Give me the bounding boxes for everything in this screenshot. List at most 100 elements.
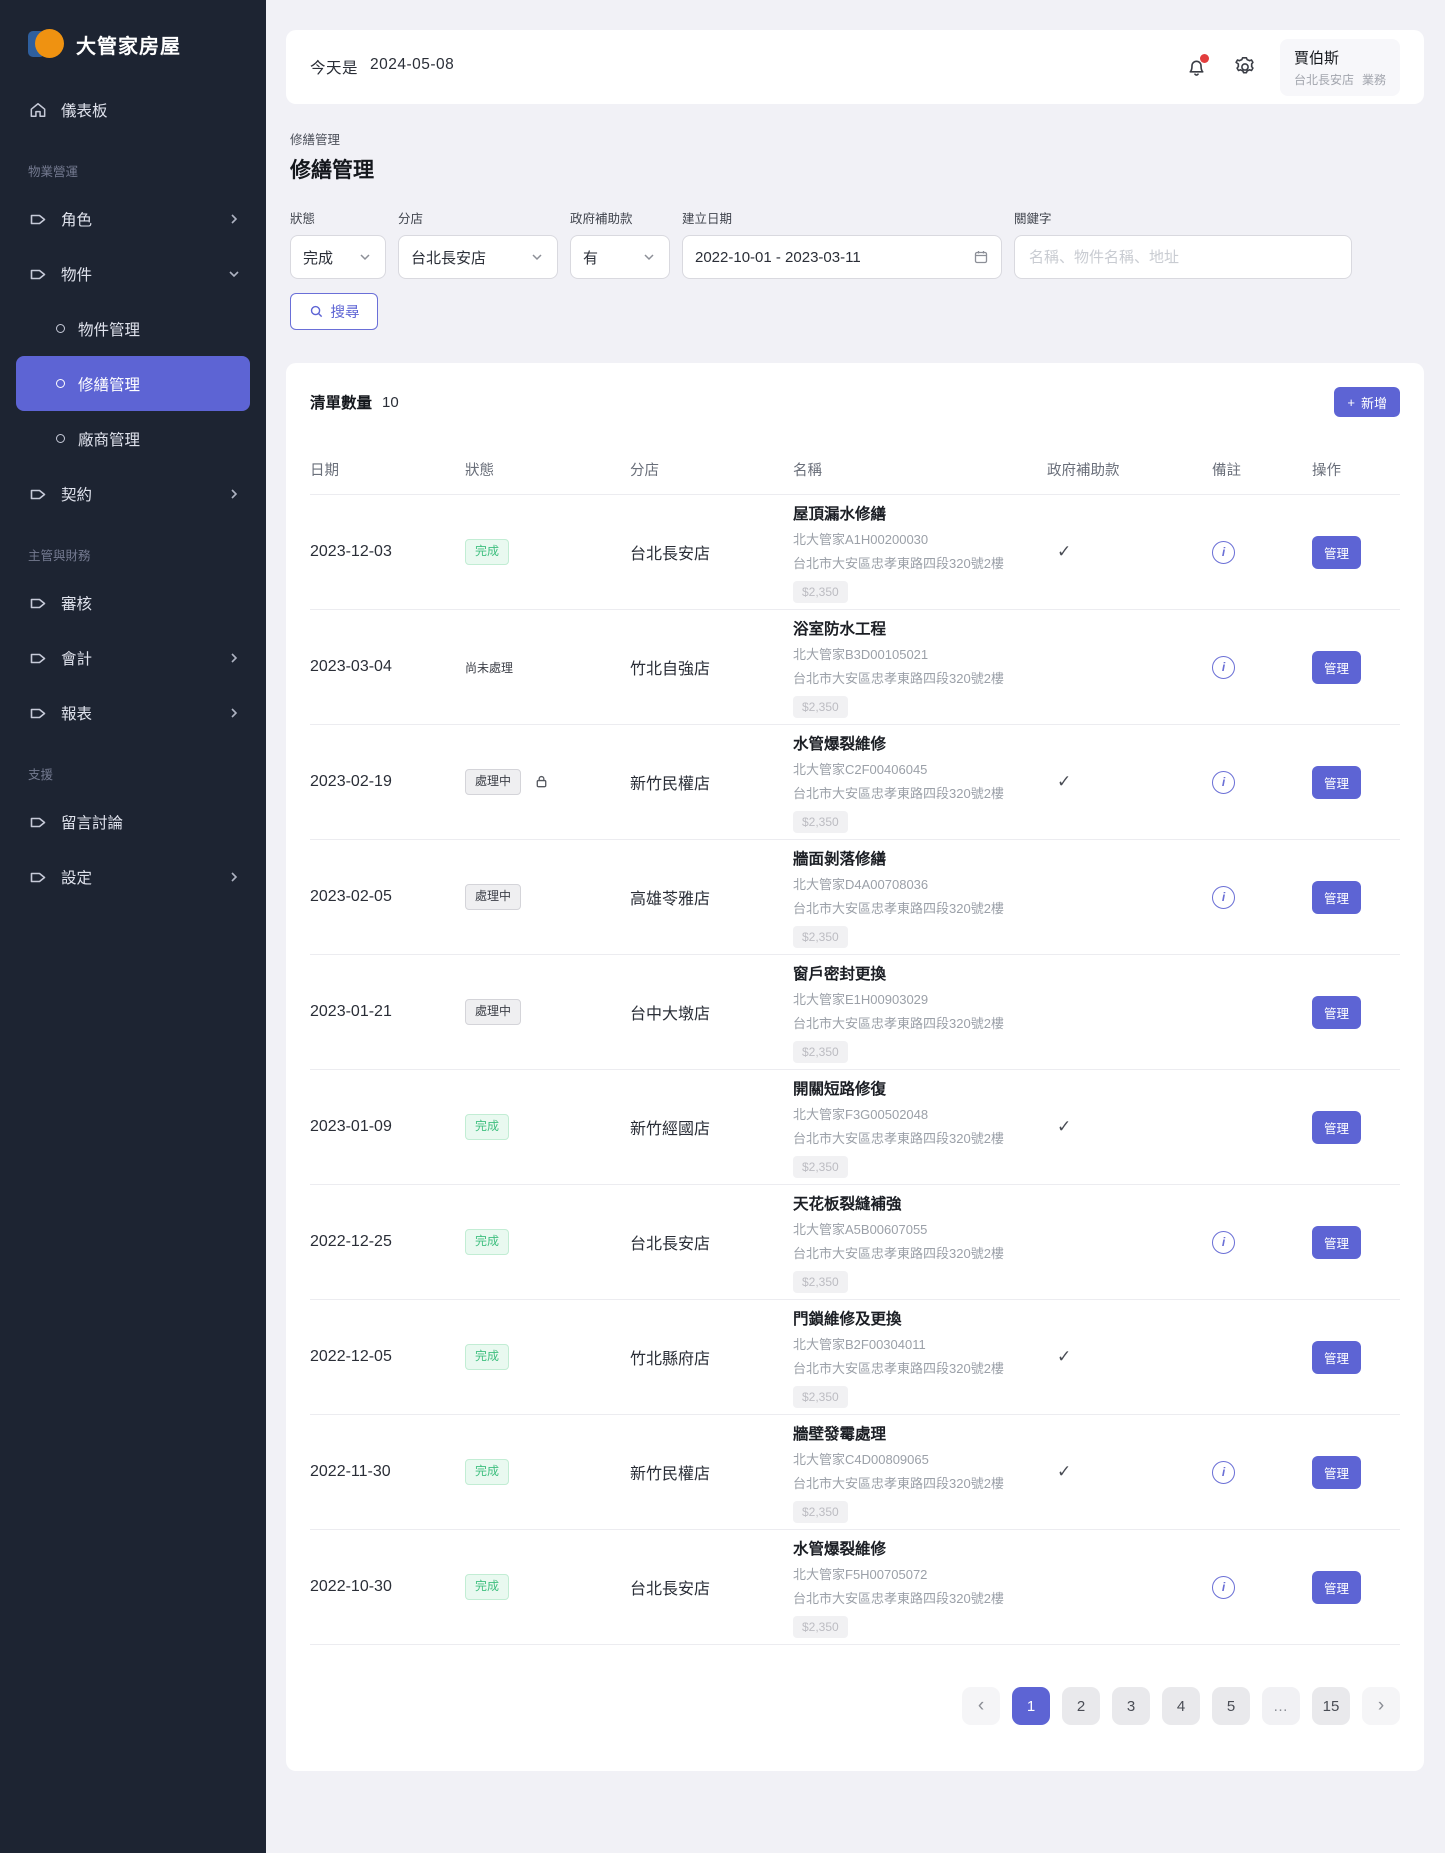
row-price-tag: $2,350 <box>793 925 848 948</box>
sidebar-item-property-mgmt[interactable]: 物件管理 <box>16 301 250 356</box>
manage-button[interactable]: 管理 <box>1312 1110 1362 1144</box>
manage-button[interactable]: 管理 <box>1312 765 1362 799</box>
sidebar-item-review[interactable]: 審核 <box>16 575 250 630</box>
check-icon: ✓ <box>1057 1462 1072 1481</box>
table-row: 2023-02-05 處理中 高雄苓雅店 牆面剝落修繕 北大管家D4A00708… <box>310 840 1400 955</box>
row-name: 牆面剝落修繕 <box>793 850 887 868</box>
row-date: 2023-12-03 <box>310 543 392 560</box>
keyword-input[interactable] <box>1014 235 1352 279</box>
add-button[interactable]: + 新增 <box>1334 387 1400 417</box>
row-price-tag: $2,350 <box>793 1155 848 1178</box>
pagination-page-5[interactable]: 5 <box>1212 1687 1250 1725</box>
user-menu[interactable]: 賈伯斯 台北長安店 業務 <box>1279 38 1400 96</box>
col-header-date: 日期 <box>310 463 339 479</box>
table-row: 2023-01-09 完成 新竹經國店 開關短路修復 北大管家F3G005020… <box>310 1070 1400 1185</box>
bullet-circle-icon <box>56 324 65 333</box>
row-name: 窗戶密封更換 <box>793 965 887 983</box>
status-badge: 完成 <box>465 1114 510 1140</box>
sidebar-item-label: 物件 <box>61 266 93 284</box>
notification-badge <box>1199 54 1209 63</box>
row-address: 台北市大安區忠孝東路四段320號2樓 <box>793 1360 1004 1376</box>
manage-button[interactable]: 管理 <box>1312 1455 1362 1489</box>
tag-icon <box>28 812 48 832</box>
info-icon[interactable]: i <box>1212 655 1235 679</box>
pagination-page-3[interactable]: 3 <box>1112 1687 1150 1725</box>
col-header-status: 狀態 <box>465 463 494 479</box>
status-badge: 完成 <box>465 1574 510 1600</box>
branch-select[interactable]: 台北長安店 <box>398 235 558 279</box>
pagination-page-4[interactable]: 4 <box>1162 1687 1200 1725</box>
sidebar-item-repair-mgmt[interactable]: 修繕管理 <box>16 356 250 411</box>
col-header-action: 操作 <box>1312 463 1341 479</box>
sidebar-item-reports[interactable]: 報表 <box>16 685 250 740</box>
page-title: 修繕管理 <box>290 159 374 182</box>
row-date: 2023-01-21 <box>310 1003 392 1020</box>
calendar-icon <box>973 249 989 265</box>
chevron-down-icon <box>357 249 373 265</box>
info-icon[interactable]: i <box>1212 885 1235 909</box>
manage-button[interactable]: 管理 <box>1312 535 1362 569</box>
row-price-tag: $2,350 <box>793 1040 848 1063</box>
sidebar-item-contracts[interactable]: 契約 <box>16 466 250 521</box>
user-name: 賈伯斯 <box>1293 49 1339 67</box>
pagination-page-1[interactable]: 1 <box>1012 1687 1050 1725</box>
status-filter-label: 狀態 <box>290 212 316 226</box>
status-select[interactable]: 完成 <box>290 235 386 279</box>
sidebar-item-label: 儀表板 <box>61 102 108 120</box>
manage-button[interactable]: 管理 <box>1312 880 1362 914</box>
row-name: 浴室防水工程 <box>793 620 887 638</box>
pagination-ellipsis[interactable]: … <box>1262 1687 1300 1725</box>
table-row: 2023-03-04 尚未處理 竹北自強店 浴室防水工程 北大管家B3D0010… <box>310 610 1400 725</box>
pagination-page-15[interactable]: 15 <box>1312 1687 1350 1725</box>
notification-bell-icon[interactable] <box>1184 54 1210 80</box>
info-icon[interactable]: i <box>1212 1575 1235 1599</box>
sidebar-item-dashboard[interactable]: 儀表板 <box>16 82 250 137</box>
sidebar-item-vendor-mgmt[interactable]: 廠商管理 <box>16 411 250 466</box>
chevron-right-icon <box>226 869 242 885</box>
manage-button[interactable]: 管理 <box>1312 650 1362 684</box>
row-name: 天花板裂縫補強 <box>793 1195 902 1213</box>
row-code: 北大管家B3D00105021 <box>793 646 929 662</box>
home-icon <box>28 100 48 120</box>
manage-button[interactable]: 管理 <box>1312 1225 1362 1259</box>
chevron-right-icon <box>226 486 242 502</box>
date-range-picker[interactable]: 2022-10-01 - 2023-03-11 <box>682 235 1002 279</box>
subsidy-select[interactable]: 有 <box>570 235 670 279</box>
manage-button[interactable]: 管理 <box>1312 1570 1362 1604</box>
row-address: 台北市大安區忠孝東路四段320號2樓 <box>793 1590 1004 1606</box>
sidebar-item-settings[interactable]: 設定 <box>16 849 250 904</box>
gear-icon[interactable] <box>1232 54 1258 80</box>
sidebar-item-properties[interactable]: 物件 <box>16 246 250 301</box>
status-badge: 處理中 <box>465 999 522 1025</box>
user-branch: 台北長安店 <box>1293 72 1354 87</box>
row-name: 門鎖維修及更換 <box>793 1310 902 1328</box>
manage-button[interactable]: 管理 <box>1312 995 1362 1029</box>
search-button[interactable]: 搜尋 <box>290 293 378 330</box>
today-value: 2024-05-08 <box>370 56 455 73</box>
sidebar-section-property: 物業營運 <box>28 164 79 179</box>
info-icon[interactable]: i <box>1212 540 1235 564</box>
row-name: 開關短路修復 <box>793 1080 887 1098</box>
row-address: 台北市大安區忠孝東路四段320號2樓 <box>793 1475 1004 1491</box>
info-icon[interactable]: i <box>1212 770 1235 794</box>
sidebar-item-discussion[interactable]: 留言討論 <box>16 794 250 849</box>
row-date: 2023-02-19 <box>310 773 392 790</box>
pagination-prev-button[interactable]: ‹ <box>962 1687 1000 1725</box>
search-button-label: 搜尋 <box>330 305 360 321</box>
row-store: 高雄苓雅店 <box>630 891 711 908</box>
row-price-tag: $2,350 <box>793 1270 848 1293</box>
status-badge: 處理中 <box>465 884 522 910</box>
sidebar-item-roles[interactable]: 角色 <box>16 191 250 246</box>
manage-button[interactable]: 管理 <box>1312 1340 1362 1374</box>
tag-icon <box>28 703 48 723</box>
search-icon <box>309 304 324 319</box>
check-icon: ✓ <box>1057 1117 1072 1136</box>
sidebar-item-accounting[interactable]: 會計 <box>16 630 250 685</box>
info-icon[interactable]: i <box>1212 1230 1235 1254</box>
pagination-page-2[interactable]: 2 <box>1062 1687 1100 1725</box>
sidebar-subitem-label: 修繕管理 <box>78 376 141 394</box>
pagination-next-button[interactable]: › <box>1362 1687 1400 1725</box>
check-icon: ✓ <box>1057 772 1072 791</box>
status-badge: 完成 <box>465 539 510 565</box>
info-icon[interactable]: i <box>1212 1460 1235 1484</box>
